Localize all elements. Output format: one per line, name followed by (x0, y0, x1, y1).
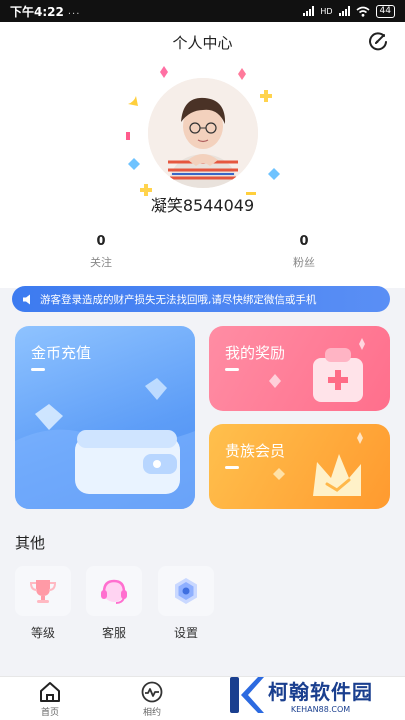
tab-home-label: 首页 (40, 708, 59, 718)
following-count: 0 (96, 234, 106, 249)
settings-item[interactable]: 设置 (158, 566, 214, 641)
status-bar: 下午4:22 ... HD 44 (0, 0, 405, 22)
battery-icon: 44 (375, 4, 395, 18)
k-logo-icon (230, 677, 264, 713)
site-watermark: 柯翰软件园 KEHAN88.COM (228, 672, 398, 718)
status-time: 下午4:22 (10, 4, 64, 19)
settings-icon (175, 578, 197, 604)
guest-login-notice[interactable]: 游客登录造成的财产损失无法找回哦,请尽快绑定微信或手机 (12, 286, 390, 312)
tab-meetup[interactable]: 相约 (127, 681, 177, 718)
avatar (148, 78, 258, 188)
followers-label: 粉丝 (293, 256, 315, 269)
headset-icon (101, 579, 127, 604)
tab-meetup-label: 相约 (142, 708, 161, 718)
watermark-name: 柯翰软件园 (268, 680, 373, 704)
signal-icon-2 (338, 6, 350, 16)
followers-stat[interactable]: 0 粉丝 (274, 234, 334, 270)
others-section-title: 其他 (15, 534, 46, 552)
tab-home[interactable]: 首页 (25, 681, 75, 718)
watermark-url: KEHAN88.COM (290, 705, 351, 714)
followers-count: 0 (299, 234, 309, 249)
notice-text: 游客登录造成的财产损失无法找回哦,请尽快绑定微信或手机 (40, 293, 317, 306)
wallet-icon (15, 378, 195, 509)
service-icon-box (86, 566, 142, 616)
page-title: 个人中心 (172, 34, 233, 52)
gift-box-icon (269, 338, 365, 402)
status-indicators: HD 44 (303, 4, 395, 18)
activity-icon (141, 681, 163, 703)
home-icon (40, 682, 60, 702)
customer-service-item[interactable]: 客服 (86, 566, 142, 641)
gold-recharge-card[interactable]: 金币充值 (15, 326, 195, 509)
following-label: 关注 (90, 256, 112, 269)
username: 凝笑8544049 (150, 196, 255, 215)
crown-icon (273, 432, 363, 496)
edit-profile-icon[interactable] (367, 30, 389, 52)
level-item[interactable]: 等级 (15, 566, 71, 641)
level-icon-box (15, 566, 71, 616)
customer-service-label: 客服 (101, 626, 126, 640)
wifi-icon (356, 6, 370, 17)
my-rewards-card[interactable]: 我的奖励 (209, 326, 390, 411)
signal-icon (303, 6, 315, 16)
status-dots: ... (67, 5, 81, 17)
level-label: 等级 (30, 626, 55, 640)
network-label: HD (320, 6, 333, 16)
settings-label: 设置 (173, 626, 198, 640)
avatar-frame[interactable] (120, 64, 285, 209)
following-stat[interactable]: 0 关注 (71, 234, 131, 270)
speaker-icon (23, 294, 30, 304)
settings-icon-box (158, 566, 214, 616)
profile-header: 个人中心 凝笑8544049 0 关注 0 粉丝 (0, 22, 405, 288)
noble-membership-card[interactable]: 贵族会员 (209, 424, 390, 509)
trophy-icon (29, 580, 57, 603)
